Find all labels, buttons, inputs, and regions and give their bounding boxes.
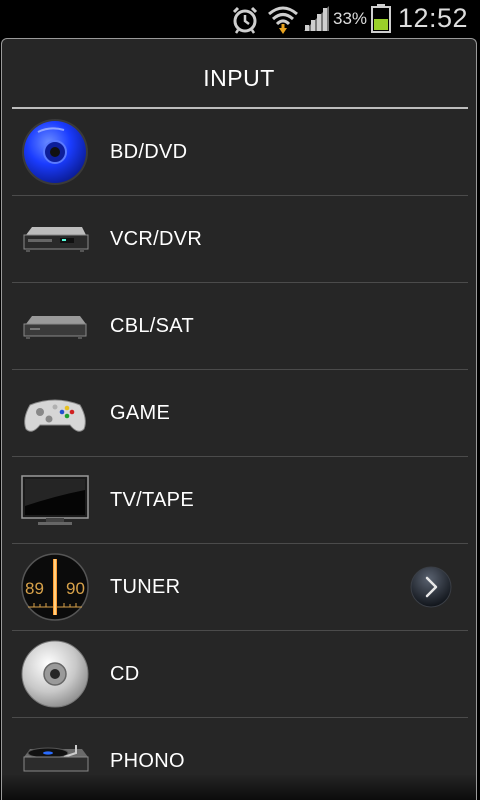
signal-icon: [304, 6, 329, 31]
tuner-dial-icon: 89 90: [21, 553, 89, 621]
battery-percent: 33%: [333, 9, 368, 28]
list-item-label: GAME: [110, 402, 171, 424]
cd-disc-icon: [21, 640, 89, 708]
list-item-bd-dvd[interactable]: BD/DVD: [12, 109, 468, 196]
dialog-title: INPUT: [203, 65, 275, 91]
bluray-disc-icon: [22, 119, 88, 185]
list-item-tv-tape[interactable]: TV/TAPE: [12, 457, 468, 544]
battery-icon: [371, 4, 391, 33]
list-item-label: BD/DVD: [110, 141, 188, 163]
tuner-dial-value: 90: [66, 579, 85, 598]
list-item-cd[interactable]: CD: [12, 631, 468, 718]
list-item-label: TUNER: [110, 576, 181, 598]
input-list: BD/DVD VCR/DVR CBL/SAT GAME TV/TAPE 89 9…: [12, 109, 468, 800]
list-item-label: TV/TAPE: [110, 489, 194, 511]
list-item-label: CD: [110, 663, 140, 685]
vcr-player-icon: [23, 227, 89, 252]
chevron-right-icon[interactable]: [410, 566, 452, 608]
wifi-icon: [268, 6, 298, 34]
tuner-dial-value: 89: [25, 579, 44, 598]
tv-icon: [21, 475, 89, 525]
status-bar: 33% 12:52: [0, 0, 480, 38]
clock: 12:52: [398, 3, 469, 33]
game-controller-icon: [24, 399, 86, 432]
set-top-box-icon: [23, 316, 87, 339]
list-item-tuner[interactable]: 89 90 TUNER: [12, 544, 468, 631]
list-item-cbl-sat[interactable]: CBL/SAT: [12, 283, 468, 370]
list-item-game[interactable]: GAME: [12, 370, 468, 457]
list-item-vcr-dvr[interactable]: VCR/DVR: [12, 196, 468, 283]
list-item-label: CBL/SAT: [110, 315, 194, 337]
scroll-fade: [2, 774, 476, 800]
alarm-icon: [232, 6, 258, 34]
input-dialog: INPUT BD/DVD VCR/DVR CBL/SAT GAME TV/TAP…: [1, 38, 477, 800]
list-item-label: VCR/DVR: [110, 228, 203, 250]
